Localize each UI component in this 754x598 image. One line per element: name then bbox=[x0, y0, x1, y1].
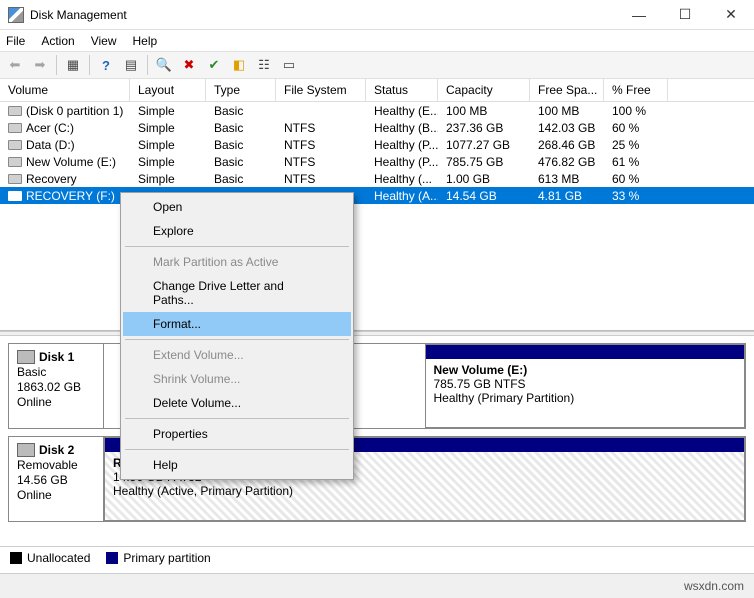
col-filesystem[interactable]: File System bbox=[276, 79, 366, 101]
forward-icon: ➡ bbox=[29, 54, 51, 76]
ctx-properties[interactable]: Properties bbox=[123, 422, 351, 446]
volume-row[interactable]: Acer (C:)SimpleBasicNTFSHealthy (B...237… bbox=[0, 119, 754, 136]
close-button[interactable]: ✕ bbox=[708, 0, 754, 30]
disk-type: Removable bbox=[17, 458, 95, 472]
partition-info: 785.75 GB NTFS bbox=[434, 377, 737, 391]
disk-block-1: Disk 1 Basic 1863.02 GB Online New Volum… bbox=[8, 343, 746, 429]
toolbar: ⬅ ➡ ▦ ? ▤ 🔍 ✖ ✔ ◧ ☷ ▭ bbox=[0, 51, 754, 79]
col-pfree[interactable]: % Free bbox=[604, 79, 668, 101]
partition-name: New Volume (E:) bbox=[434, 363, 737, 377]
volume-row[interactable]: (Disk 0 partition 1)SimpleBasicHealthy (… bbox=[0, 102, 754, 119]
ctx-shrink: Shrink Volume... bbox=[123, 367, 351, 391]
col-type[interactable]: Type bbox=[206, 79, 276, 101]
partition-new-volume[interactable]: New Volume (E:) 785.75 GB NTFS Healthy (… bbox=[425, 344, 746, 428]
col-free[interactable]: Free Spa... bbox=[530, 79, 604, 101]
volume-row[interactable]: RECOVERY (F:)Healthy (A...14.54 GB4.81 G… bbox=[0, 187, 754, 204]
col-layout[interactable]: Layout bbox=[130, 79, 206, 101]
titlebar: Disk Management — ☐ ✕ bbox=[0, 0, 754, 30]
properties-icon[interactable]: ☷ bbox=[253, 54, 275, 76]
scan-icon[interactable]: 🔍 bbox=[153, 54, 175, 76]
splitter[interactable] bbox=[0, 331, 754, 336]
ctx-extend: Extend Volume... bbox=[123, 343, 351, 367]
col-capacity[interactable]: Capacity bbox=[438, 79, 530, 101]
legend-unallocated-swatch bbox=[10, 552, 22, 564]
ctx-delete[interactable]: Delete Volume... bbox=[123, 391, 351, 415]
col-status[interactable]: Status bbox=[366, 79, 438, 101]
settings-icon[interactable]: ▤ bbox=[120, 54, 142, 76]
ctx-change-letter[interactable]: Change Drive Letter and Paths... bbox=[123, 274, 351, 312]
disk-name: Disk 2 bbox=[17, 443, 95, 457]
new-icon[interactable]: ◧ bbox=[228, 54, 250, 76]
disk-size: 1863.02 GB bbox=[17, 380, 95, 394]
disk-block-2: Disk 2 Removable 14.56 GB Online RECOVER… bbox=[8, 436, 746, 522]
menu-help[interactable]: Help bbox=[133, 34, 158, 48]
disk-type: Basic bbox=[17, 365, 95, 379]
context-menu: Open Explore Mark Partition as Active Ch… bbox=[120, 192, 354, 480]
check-icon[interactable]: ✔ bbox=[203, 54, 225, 76]
col-volume[interactable]: Volume bbox=[0, 79, 130, 101]
ctx-mark-active: Mark Partition as Active bbox=[123, 250, 351, 274]
volume-list: Volume Layout Type File System Status Ca… bbox=[0, 79, 754, 331]
menu-file[interactable]: File bbox=[6, 34, 25, 48]
legend-primary: Primary partition bbox=[123, 551, 210, 565]
status-bar: wsxdn.com bbox=[0, 573, 754, 598]
volume-row[interactable]: RecoverySimpleBasicNTFSHealthy (...1.00 … bbox=[0, 170, 754, 187]
disk-state: Online bbox=[17, 395, 95, 409]
disk-info: Disk 2 Removable 14.56 GB Online bbox=[9, 437, 104, 521]
volume-row[interactable]: New Volume (E:)SimpleBasicNTFSHealthy (P… bbox=[0, 153, 754, 170]
menu-view[interactable]: View bbox=[91, 34, 117, 48]
partition-status: Healthy (Primary Partition) bbox=[434, 391, 737, 405]
disk-panel: Disk 1 Basic 1863.02 GB Online New Volum… bbox=[0, 343, 754, 522]
app-icon bbox=[8, 7, 24, 23]
disk-info: Disk 1 Basic 1863.02 GB Online bbox=[9, 344, 104, 428]
menu-action[interactable]: Action bbox=[41, 34, 74, 48]
ctx-open[interactable]: Open bbox=[123, 195, 351, 219]
ctx-help[interactable]: Help bbox=[123, 453, 351, 477]
delete-icon[interactable]: ✖ bbox=[178, 54, 200, 76]
menubar: File Action View Help bbox=[0, 30, 754, 51]
disk-state: Online bbox=[17, 488, 95, 502]
ctx-format[interactable]: Format... bbox=[123, 312, 351, 336]
legend-primary-swatch bbox=[106, 552, 118, 564]
disk-size: 14.56 GB bbox=[17, 473, 95, 487]
minimize-button[interactable]: — bbox=[616, 0, 662, 30]
window-title: Disk Management bbox=[30, 8, 616, 22]
help-icon[interactable]: ? bbox=[95, 54, 117, 76]
list-icon[interactable]: ▭ bbox=[278, 54, 300, 76]
legend: Unallocated Primary partition bbox=[0, 546, 754, 568]
volume-list-header: Volume Layout Type File System Status Ca… bbox=[0, 79, 754, 102]
back-icon: ⬅ bbox=[4, 54, 26, 76]
disk-name: Disk 1 bbox=[17, 350, 95, 364]
legend-unallocated: Unallocated bbox=[27, 551, 90, 565]
ctx-explore[interactable]: Explore bbox=[123, 219, 351, 243]
maximize-button[interactable]: ☐ bbox=[662, 0, 708, 30]
view-icon[interactable]: ▦ bbox=[62, 54, 84, 76]
volume-row[interactable]: Data (D:)SimpleBasicNTFSHealthy (P...107… bbox=[0, 136, 754, 153]
partition-status: Healthy (Active, Primary Partition) bbox=[113, 484, 736, 498]
status-text: wsxdn.com bbox=[684, 579, 744, 593]
